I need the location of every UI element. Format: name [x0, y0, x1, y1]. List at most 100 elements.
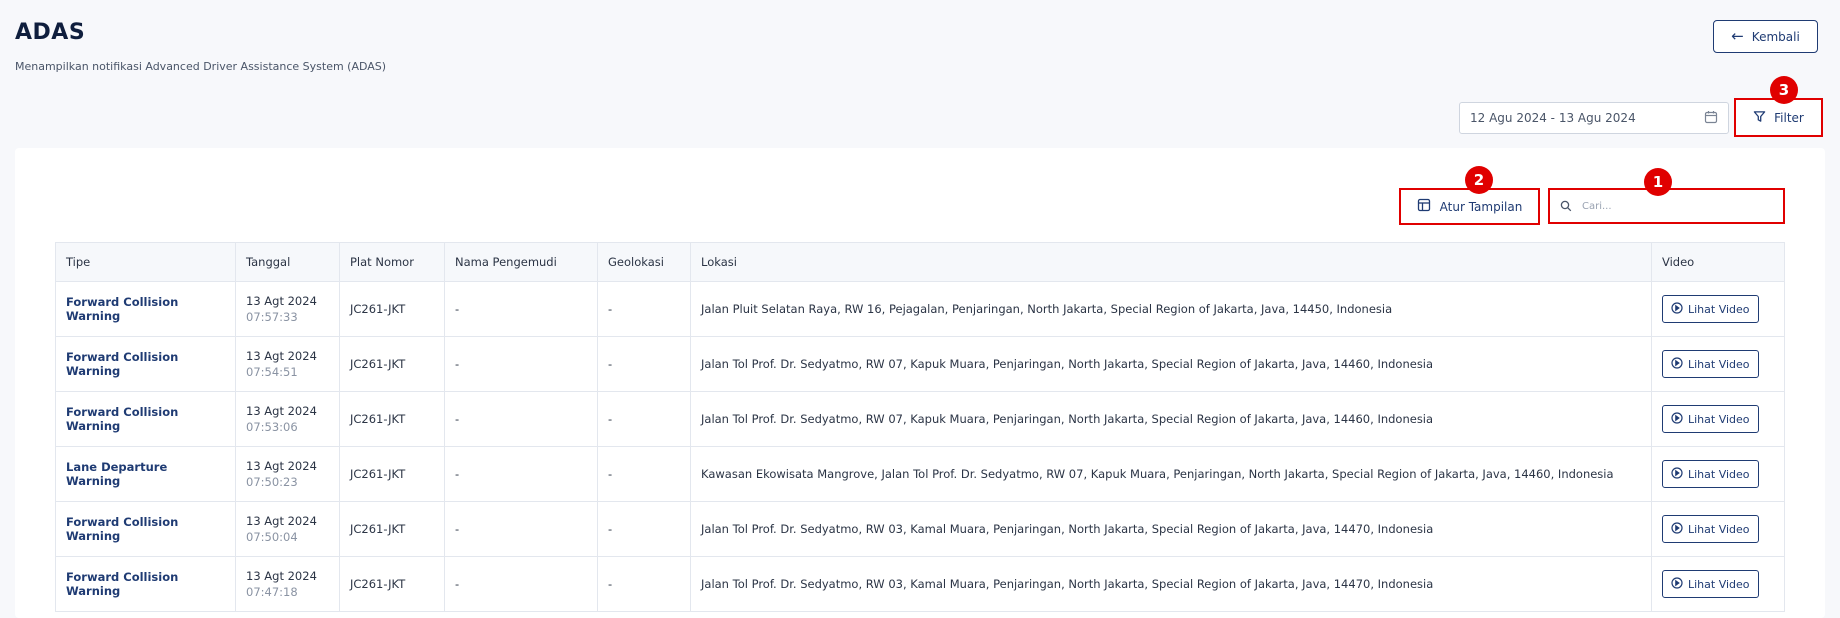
cell-date: 13 Agt 2024: [246, 459, 317, 473]
play-circle-icon: [1671, 521, 1683, 537]
date-range-picker[interactable]: 12 Agu 2024 - 13 Agu 2024: [1459, 102, 1729, 134]
view-video-button[interactable]: Lihat Video: [1662, 295, 1759, 323]
annotation-badge-2: 2: [1465, 166, 1493, 194]
search-icon: [1560, 197, 1572, 216]
column-header-geolokasi: Geolokasi: [597, 242, 691, 282]
cell-video: Lihat Video: [1651, 446, 1785, 502]
cell-nama-pengemudi: -: [444, 391, 598, 447]
arrow-left-icon: ←: [1731, 27, 1744, 45]
cell-video: Lihat Video: [1651, 336, 1785, 392]
filter-button[interactable]: Filter: [1734, 98, 1823, 137]
cell-tanggal: 13 Agt 2024 07:50:23: [235, 446, 340, 502]
cell-video: Lihat Video: [1651, 281, 1785, 337]
cell-tanggal: 13 Agt 2024 07:50:04: [235, 501, 340, 557]
date-range-value: 12 Agu 2024 - 13 Agu 2024: [1470, 111, 1636, 125]
cell-tipe: Forward Collision Warning: [55, 281, 236, 337]
cell-tipe: Forward Collision Warning: [55, 391, 236, 447]
column-header-plat-nomor: Plat Nomor: [339, 242, 445, 282]
cell-nama-pengemudi: -: [444, 446, 598, 502]
cell-date: 13 Agt 2024: [246, 569, 317, 583]
cell-lokasi: Jalan Tol Prof. Dr. Sedyatmo, RW 03, Kam…: [690, 501, 1652, 557]
view-video-button[interactable]: Lihat Video: [1662, 570, 1759, 598]
table-row: Forward Collision Warning 13 Agt 2024 07…: [55, 391, 1785, 447]
play-circle-icon: [1671, 301, 1683, 317]
view-video-label: Lihat Video: [1688, 412, 1750, 426]
view-video-label: Lihat Video: [1688, 357, 1750, 371]
column-header-video: Video: [1651, 242, 1785, 282]
cell-geolokasi: -: [597, 501, 691, 557]
cell-plat-nomor: JC261-JKT: [339, 391, 445, 447]
cell-tipe: Forward Collision Warning: [55, 336, 236, 392]
cell-tipe: Forward Collision Warning: [55, 556, 236, 612]
page-title: ADAS: [15, 20, 86, 45]
annotation-badge-3: 3: [1770, 76, 1798, 104]
view-video-button[interactable]: Lihat Video: [1662, 405, 1759, 433]
cell-tipe: Lane Departure Warning: [55, 446, 236, 502]
cell-geolokasi: -: [597, 391, 691, 447]
calendar-icon: [1704, 110, 1718, 127]
play-circle-icon: [1671, 466, 1683, 482]
adas-table: Tipe Tanggal Plat Nomor Nama Pengemudi G…: [55, 242, 1785, 612]
table-row: Lane Departure Warning 13 Agt 2024 07:50…: [55, 446, 1785, 502]
cell-geolokasi: -: [597, 446, 691, 502]
column-header-nama-pengemudi: Nama Pengemudi: [444, 242, 598, 282]
cell-tanggal: 13 Agt 2024 07:53:06: [235, 391, 340, 447]
cell-tipe: Forward Collision Warning: [55, 501, 236, 557]
cell-geolokasi: -: [597, 556, 691, 612]
cell-lokasi: Kawasan Ekowisata Mangrove, Jalan Tol Pr…: [690, 446, 1652, 502]
view-video-button[interactable]: Lihat Video: [1662, 460, 1759, 488]
annotation-badge-1: 1: [1644, 168, 1672, 196]
view-video-button[interactable]: Lihat Video: [1662, 515, 1759, 543]
cell-geolokasi: -: [597, 281, 691, 337]
cell-nama-pengemudi: -: [444, 501, 598, 557]
cell-video: Lihat Video: [1651, 556, 1785, 612]
cell-time: 07:54:51: [246, 365, 298, 379]
back-button[interactable]: ← Kembali: [1713, 20, 1818, 53]
cell-nama-pengemudi: -: [444, 336, 598, 392]
cell-date: 13 Agt 2024: [246, 514, 317, 528]
view-video-label: Lihat Video: [1688, 522, 1750, 536]
cell-date: 13 Agt 2024: [246, 404, 317, 418]
filter-icon: [1753, 110, 1766, 126]
cell-tanggal: 13 Agt 2024 07:54:51: [235, 336, 340, 392]
view-video-label: Lihat Video: [1688, 577, 1750, 591]
cell-plat-nomor: JC261-JKT: [339, 501, 445, 557]
cell-plat-nomor: JC261-JKT: [339, 446, 445, 502]
display-settings-button[interactable]: Atur Tampilan: [1399, 188, 1540, 225]
cell-time: 07:53:06: [246, 420, 298, 434]
cell-date: 13 Agt 2024: [246, 294, 317, 308]
cell-plat-nomor: JC261-JKT: [339, 281, 445, 337]
cell-nama-pengemudi: -: [444, 556, 598, 612]
cell-lokasi: Jalan Tol Prof. Dr. Sedyatmo, RW 07, Kap…: [690, 336, 1652, 392]
cell-time: 07:57:33: [246, 310, 298, 324]
table-layout-icon: [1417, 198, 1431, 215]
filter-label: Filter: [1774, 110, 1804, 125]
cell-video: Lihat Video: [1651, 501, 1785, 557]
table-row: Forward Collision Warning 13 Agt 2024 07…: [55, 281, 1785, 337]
table-row: Forward Collision Warning 13 Agt 2024 07…: [55, 556, 1785, 612]
cell-lokasi: Jalan Tol Prof. Dr. Sedyatmo, RW 07, Kap…: [690, 391, 1652, 447]
view-video-button[interactable]: Lihat Video: [1662, 350, 1759, 378]
cell-time: 07:50:04: [246, 530, 298, 544]
cell-tanggal: 13 Agt 2024 07:47:18: [235, 556, 340, 612]
play-circle-icon: [1671, 576, 1683, 592]
view-video-label: Lihat Video: [1688, 302, 1750, 316]
search-input[interactable]: [1580, 199, 1770, 213]
cell-geolokasi: -: [597, 336, 691, 392]
page-subtitle: Menampilkan notifikasi Advanced Driver A…: [15, 60, 387, 73]
search-box[interactable]: [1548, 188, 1785, 224]
cell-date: 13 Agt 2024: [246, 349, 317, 363]
column-header-tanggal: Tanggal: [235, 242, 340, 282]
cell-time: 07:47:18: [246, 585, 298, 599]
table-row: Forward Collision Warning 13 Agt 2024 07…: [55, 336, 1785, 392]
cell-nama-pengemudi: -: [444, 281, 598, 337]
back-button-label: Kembali: [1751, 29, 1800, 44]
cell-tanggal: 13 Agt 2024 07:57:33: [235, 281, 340, 337]
cell-video: Lihat Video: [1651, 391, 1785, 447]
cell-lokasi: Jalan Tol Prof. Dr. Sedyatmo, RW 03, Kam…: [690, 556, 1652, 612]
table-row: Forward Collision Warning 13 Agt 2024 07…: [55, 501, 1785, 557]
cell-time: 07:50:23: [246, 475, 298, 489]
cell-plat-nomor: JC261-JKT: [339, 336, 445, 392]
play-circle-icon: [1671, 356, 1683, 372]
view-video-label: Lihat Video: [1688, 467, 1750, 481]
